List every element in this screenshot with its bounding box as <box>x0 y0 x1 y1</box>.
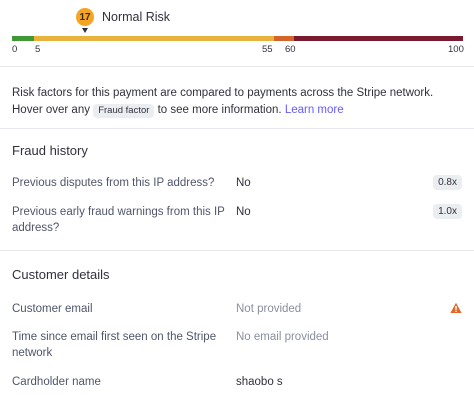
email-first-seen-value: No email provided <box>236 331 329 343</box>
cardholder-name-label: Cardholder name <box>12 376 101 388</box>
risk-bar-elevated-segment <box>274 36 294 41</box>
fraud-history-row-value: No <box>236 177 251 189</box>
warning-icon[interactable] <box>450 302 462 314</box>
risk-tick-5: 5 <box>35 44 41 55</box>
risk-tick-0: 0 <box>12 44 18 55</box>
risk-bar-normal-segment <box>34 36 274 41</box>
cardholder-name-value: shaobo s <box>236 376 283 388</box>
learn-more-link[interactable]: Learn more <box>285 104 344 116</box>
risk-score-pointer-icon <box>82 28 88 33</box>
fraud-history-title: Fraud history <box>12 143 88 158</box>
email-first-seen-label: Time since email first seen on the Strip… <box>12 331 217 359</box>
fraud-history-row-value: No <box>236 206 251 218</box>
fraud-history-row-label: Previous early fraud warnings from this … <box>12 206 225 234</box>
risk-description: Risk factors for this payment are compar… <box>12 85 467 119</box>
fraud-factor-multiplier-badge[interactable]: 1.0x <box>433 204 462 219</box>
risk-bar-high-segment <box>294 36 463 41</box>
risk-bar-low-segment <box>12 36 34 41</box>
risk-level-label: Normal Risk <box>102 10 171 24</box>
divider <box>0 128 474 129</box>
fraud-factor-multiplier-badge[interactable]: 0.8x <box>433 175 462 190</box>
fraud-factor-chip[interactable]: Fraud factor <box>93 104 155 118</box>
customer-details-title: Customer details <box>12 267 110 282</box>
risk-tick-55: 55 <box>262 44 273 55</box>
divider <box>0 250 474 251</box>
risk-score-badge: 17 <box>76 8 94 26</box>
divider <box>0 66 474 67</box>
risk-score-header: 17 Normal Risk <box>76 8 170 26</box>
risk-scale-bar <box>12 36 463 41</box>
risk-tick-100: 100 <box>448 44 464 55</box>
risk-description-text-2: to see more information. <box>154 104 285 116</box>
risk-tick-60: 60 <box>285 44 296 55</box>
customer-email-label: Customer email <box>12 303 93 315</box>
customer-email-value: Not provided <box>236 303 302 315</box>
fraud-history-row-label: Previous disputes from this IP address? <box>12 177 215 189</box>
